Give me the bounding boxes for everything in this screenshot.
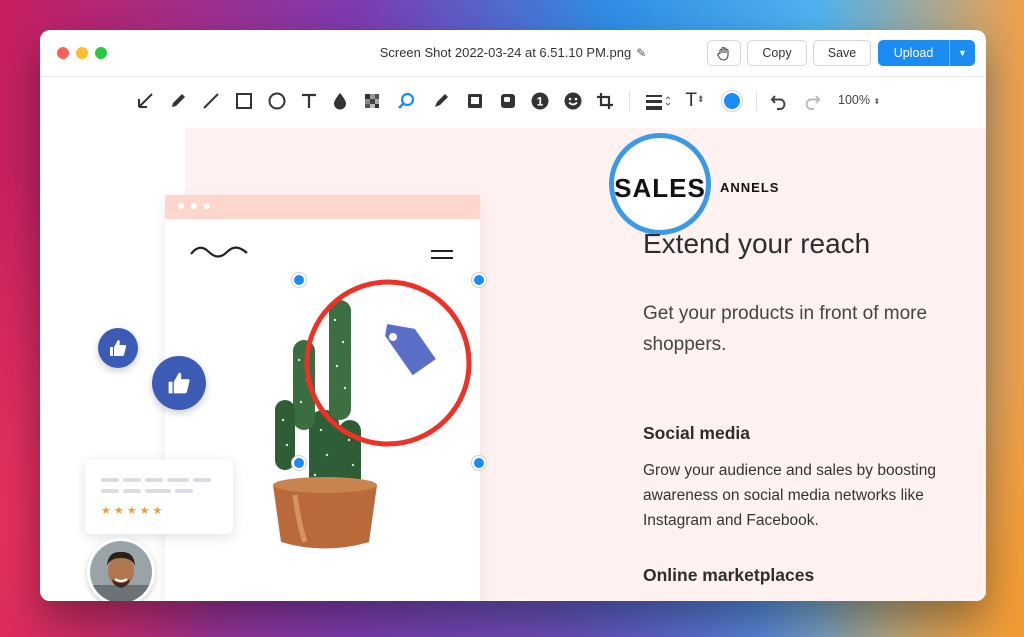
undo-button[interactable] (767, 89, 791, 113)
upload-options-button[interactable]: ▼ (949, 40, 975, 66)
app-window: Screen Shot 2022-03-24 at 6.51.10 PM.png… (40, 30, 986, 601)
screenshot-canvas[interactable]: ★★★★★ ANNELS SALES Extend your reach Get… (40, 128, 986, 601)
section-title-social: Social media (643, 423, 750, 443)
magnifier-tool[interactable] (394, 89, 418, 113)
hamburger-menu-icon (431, 250, 453, 259)
text-placeholder-line (167, 478, 189, 482)
annotation-toolbar: 1 T⬍ 100% ⬍ (40, 76, 986, 129)
avatar (87, 538, 155, 601)
rounded-rect-tool[interactable] (496, 89, 520, 113)
text-placeholder-line (123, 478, 141, 482)
hand-icon (717, 46, 729, 61)
emoji-icon (564, 92, 582, 110)
page-heading: Extend your reach (643, 228, 871, 259)
magnifier-icon (398, 92, 415, 109)
text-placeholder-line (145, 489, 171, 493)
line-width-button[interactable] (644, 89, 672, 113)
upload-button[interactable]: Upload (878, 40, 949, 66)
file-name: Screen Shot 2022-03-24 at 6.51.10 PM.png (379, 45, 632, 60)
rating-stars: ★★★★★ (101, 505, 166, 517)
crop-icon (597, 93, 613, 109)
red-ellipse-annotation (304, 279, 472, 447)
crop-tool[interactable] (593, 89, 617, 113)
redo-icon (805, 95, 821, 110)
text-placeholder-line (101, 478, 119, 482)
mockup-dot (178, 203, 184, 209)
ellipse-tool[interactable] (265, 89, 289, 113)
rectangle-icon (236, 93, 252, 109)
arrow-tool[interactable] (133, 89, 157, 113)
line-icon (203, 93, 219, 109)
lead-text: Get your products in front of more shopp… (643, 303, 928, 355)
pencil-icon[interactable]: ✎ (636, 46, 646, 60)
redo-button[interactable] (800, 89, 824, 113)
review-card: ★★★★★ (85, 460, 233, 534)
emoji-tool[interactable] (561, 89, 585, 113)
text-placeholder-line (145, 478, 163, 482)
section-title-marketplaces: Online marketplaces (643, 565, 815, 585)
zoom-select[interactable]: 100% ⬍ (838, 93, 880, 107)
upload-split-button: Upload ▼ (878, 40, 975, 66)
font-size-label: T (685, 90, 698, 111)
like-badge (152, 356, 206, 410)
caret-down-icon: ▼ (958, 48, 967, 58)
text-placeholder-line (101, 489, 119, 493)
thumbs-up-icon (168, 372, 190, 394)
text-placeholder-line (123, 489, 141, 493)
font-size-button[interactable]: T⬍ (681, 89, 709, 113)
toolbar-divider (756, 91, 757, 111)
svg-text:1: 1 (537, 95, 544, 109)
person-photo (90, 541, 152, 601)
counter-icon: 1 (531, 92, 549, 110)
mockup-dot (191, 203, 197, 209)
mockup-dot (204, 203, 210, 209)
filled-rect-tool[interactable] (463, 89, 487, 113)
arrow-icon (138, 93, 153, 108)
drag-hand-button[interactable] (707, 40, 741, 66)
magnified-text: SALES (614, 173, 706, 203)
text-icon (302, 93, 316, 108)
pixelate-icon (365, 94, 379, 108)
section-eyebrow: ANNELS (720, 180, 780, 195)
copy-button[interactable]: Copy (747, 40, 807, 66)
pixelate-tool[interactable] (360, 89, 384, 113)
blur-drop-icon (334, 93, 346, 110)
filled-rect-icon (468, 94, 482, 108)
chevron-updown-icon: ⬍ (873, 97, 881, 106)
text-placeholder-line (193, 478, 211, 482)
color-picker-button[interactable] (720, 89, 744, 113)
blur-tool[interactable] (328, 89, 352, 113)
counter-tool[interactable]: 1 (528, 89, 552, 113)
resize-handle-bottom-right[interactable] (472, 456, 486, 470)
highlighter-tool[interactable] (429, 89, 453, 113)
zoom-value: 100% (838, 93, 870, 107)
ellipse-icon (268, 92, 286, 110)
rounded-rect-icon (501, 94, 515, 108)
thumbs-up-icon (110, 340, 127, 356)
toolbar-divider (629, 91, 630, 111)
logo-squiggle-icon (190, 246, 248, 258)
pencil-icon (172, 94, 185, 107)
color-swatch (724, 93, 740, 109)
pencil-tool[interactable] (166, 89, 190, 113)
line-tool[interactable] (199, 89, 223, 113)
line-width-icon (646, 95, 671, 110)
title-bar: Screen Shot 2022-03-24 at 6.51.10 PM.png… (40, 30, 986, 76)
resize-handle-bottom-left[interactable] (292, 456, 306, 470)
like-badge (98, 328, 138, 368)
section-body-social: Grow your audience and sales by boosting… (643, 462, 936, 529)
text-tool[interactable] (297, 89, 321, 113)
resize-handle-top-right[interactable] (472, 273, 486, 287)
rectangle-tool[interactable] (232, 89, 256, 113)
save-button[interactable]: Save (813, 40, 871, 66)
magnifier-annotation[interactable]: SALES (609, 133, 711, 235)
undo-icon (770, 95, 786, 110)
resize-handle-top-left[interactable] (292, 273, 306, 287)
text-placeholder-line (175, 489, 193, 493)
font-size-icon: T⬍ (685, 90, 705, 111)
highlighter-icon (435, 94, 448, 107)
mockup-browser-bar (165, 195, 480, 219)
